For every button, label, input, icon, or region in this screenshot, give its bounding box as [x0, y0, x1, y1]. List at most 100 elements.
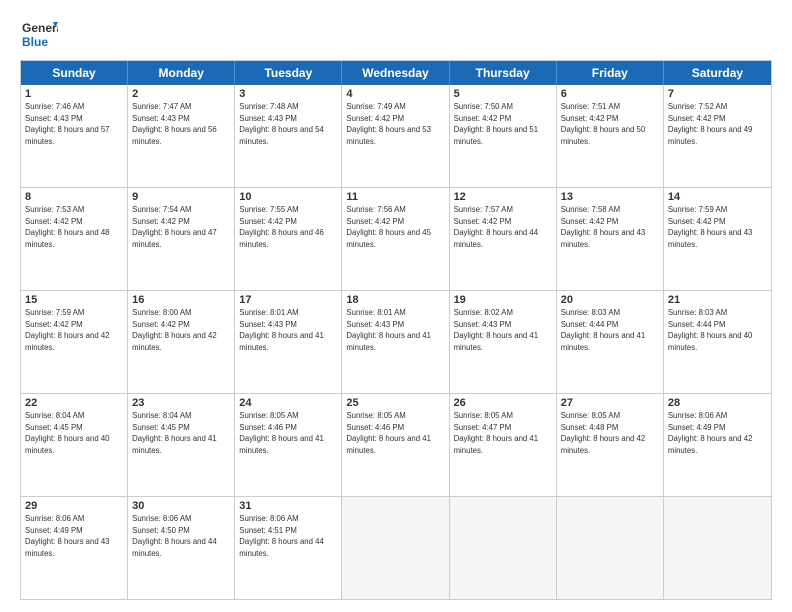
day-number: 22 — [25, 397, 123, 409]
day-number: 24 — [239, 397, 337, 409]
day-number: 8 — [25, 191, 123, 203]
day-number: 6 — [561, 88, 659, 100]
cell-info: Sunrise: 8:05 AMSunset: 4:47 PMDaylight:… — [454, 411, 539, 455]
cell-info: Sunrise: 7:58 AMSunset: 4:42 PMDaylight:… — [561, 205, 646, 249]
logo-svg: General Blue — [20, 16, 58, 54]
day-number: 10 — [239, 191, 337, 203]
cal-cell-empty — [664, 497, 771, 599]
cal-cell: 26 Sunrise: 8:05 AMSunset: 4:47 PMDaylig… — [450, 394, 557, 496]
cal-cell: 22 Sunrise: 8:04 AMSunset: 4:45 PMDaylig… — [21, 394, 128, 496]
cell-info: Sunrise: 8:05 AMSunset: 4:48 PMDaylight:… — [561, 411, 646, 455]
cal-day-header: Monday — [128, 61, 235, 85]
day-number: 3 — [239, 88, 337, 100]
cal-cell: 14 Sunrise: 7:59 AMSunset: 4:42 PMDaylig… — [664, 188, 771, 290]
cal-cell-empty — [342, 497, 449, 599]
cal-cell: 9 Sunrise: 7:54 AMSunset: 4:42 PMDayligh… — [128, 188, 235, 290]
cal-day-header: Saturday — [664, 61, 771, 85]
svg-text:General: General — [22, 21, 58, 35]
day-number: 21 — [668, 294, 767, 306]
calendar-week: 1 Sunrise: 7:46 AMSunset: 4:43 PMDayligh… — [21, 85, 771, 188]
cell-info: Sunrise: 8:04 AMSunset: 4:45 PMDaylight:… — [25, 411, 110, 455]
cal-cell: 12 Sunrise: 7:57 AMSunset: 4:42 PMDaylig… — [450, 188, 557, 290]
day-number: 4 — [346, 88, 444, 100]
cal-cell: 5 Sunrise: 7:50 AMSunset: 4:42 PMDayligh… — [450, 85, 557, 187]
cal-cell: 6 Sunrise: 7:51 AMSunset: 4:42 PMDayligh… — [557, 85, 664, 187]
calendar-week: 29 Sunrise: 8:06 AMSunset: 4:49 PMDaylig… — [21, 497, 771, 599]
day-number: 28 — [668, 397, 767, 409]
day-number: 20 — [561, 294, 659, 306]
day-number: 14 — [668, 191, 767, 203]
cell-info: Sunrise: 8:03 AMSunset: 4:44 PMDaylight:… — [668, 308, 753, 352]
day-number: 11 — [346, 191, 444, 203]
day-number: 31 — [239, 500, 337, 512]
cell-info: Sunrise: 8:06 AMSunset: 4:49 PMDaylight:… — [25, 514, 110, 558]
day-number: 27 — [561, 397, 659, 409]
cal-cell: 3 Sunrise: 7:48 AMSunset: 4:43 PMDayligh… — [235, 85, 342, 187]
cell-info: Sunrise: 7:56 AMSunset: 4:42 PMDaylight:… — [346, 205, 431, 249]
cal-day-header: Friday — [557, 61, 664, 85]
cal-cell-empty — [557, 497, 664, 599]
cell-info: Sunrise: 7:50 AMSunset: 4:42 PMDaylight:… — [454, 102, 539, 146]
cal-cell: 31 Sunrise: 8:06 AMSunset: 4:51 PMDaylig… — [235, 497, 342, 599]
cell-info: Sunrise: 8:05 AMSunset: 4:46 PMDaylight:… — [346, 411, 431, 455]
cell-info: Sunrise: 8:05 AMSunset: 4:46 PMDaylight:… — [239, 411, 324, 455]
cal-cell: 7 Sunrise: 7:52 AMSunset: 4:42 PMDayligh… — [664, 85, 771, 187]
cal-cell: 29 Sunrise: 8:06 AMSunset: 4:49 PMDaylig… — [21, 497, 128, 599]
cal-day-header: Tuesday — [235, 61, 342, 85]
day-number: 23 — [132, 397, 230, 409]
cal-cell: 2 Sunrise: 7:47 AMSunset: 4:43 PMDayligh… — [128, 85, 235, 187]
page: General Blue SundayMondayTuesdayWednesda… — [0, 0, 792, 612]
calendar-week: 22 Sunrise: 8:04 AMSunset: 4:45 PMDaylig… — [21, 394, 771, 497]
cal-cell: 10 Sunrise: 7:55 AMSunset: 4:42 PMDaylig… — [235, 188, 342, 290]
cell-info: Sunrise: 8:06 AMSunset: 4:49 PMDaylight:… — [668, 411, 753, 455]
cal-cell: 24 Sunrise: 8:05 AMSunset: 4:46 PMDaylig… — [235, 394, 342, 496]
day-number: 7 — [668, 88, 767, 100]
cal-cell: 20 Sunrise: 8:03 AMSunset: 4:44 PMDaylig… — [557, 291, 664, 393]
day-number: 15 — [25, 294, 123, 306]
cal-cell: 27 Sunrise: 8:05 AMSunset: 4:48 PMDaylig… — [557, 394, 664, 496]
cell-info: Sunrise: 8:02 AMSunset: 4:43 PMDaylight:… — [454, 308, 539, 352]
day-number: 13 — [561, 191, 659, 203]
cell-info: Sunrise: 8:01 AMSunset: 4:43 PMDaylight:… — [346, 308, 431, 352]
day-number: 26 — [454, 397, 552, 409]
cell-info: Sunrise: 8:00 AMSunset: 4:42 PMDaylight:… — [132, 308, 217, 352]
day-number: 12 — [454, 191, 552, 203]
cell-info: Sunrise: 7:46 AMSunset: 4:43 PMDaylight:… — [25, 102, 110, 146]
cal-cell: 13 Sunrise: 7:58 AMSunset: 4:42 PMDaylig… — [557, 188, 664, 290]
day-number: 29 — [25, 500, 123, 512]
cal-cell: 17 Sunrise: 8:01 AMSunset: 4:43 PMDaylig… — [235, 291, 342, 393]
cell-info: Sunrise: 7:59 AMSunset: 4:42 PMDaylight:… — [25, 308, 110, 352]
cal-cell: 23 Sunrise: 8:04 AMSunset: 4:45 PMDaylig… — [128, 394, 235, 496]
cal-cell: 19 Sunrise: 8:02 AMSunset: 4:43 PMDaylig… — [450, 291, 557, 393]
day-number: 18 — [346, 294, 444, 306]
cal-cell: 8 Sunrise: 7:53 AMSunset: 4:42 PMDayligh… — [21, 188, 128, 290]
day-number: 1 — [25, 88, 123, 100]
day-number: 9 — [132, 191, 230, 203]
cell-info: Sunrise: 7:54 AMSunset: 4:42 PMDaylight:… — [132, 205, 217, 249]
day-number: 30 — [132, 500, 230, 512]
cal-day-header: Sunday — [21, 61, 128, 85]
cal-cell: 18 Sunrise: 8:01 AMSunset: 4:43 PMDaylig… — [342, 291, 449, 393]
calendar: SundayMondayTuesdayWednesdayThursdayFrid… — [20, 60, 772, 600]
day-number: 16 — [132, 294, 230, 306]
cell-info: Sunrise: 8:03 AMSunset: 4:44 PMDaylight:… — [561, 308, 646, 352]
cell-info: Sunrise: 8:01 AMSunset: 4:43 PMDaylight:… — [239, 308, 324, 352]
day-number: 5 — [454, 88, 552, 100]
cal-cell: 21 Sunrise: 8:03 AMSunset: 4:44 PMDaylig… — [664, 291, 771, 393]
cell-info: Sunrise: 7:52 AMSunset: 4:42 PMDaylight:… — [668, 102, 753, 146]
cell-info: Sunrise: 8:06 AMSunset: 4:50 PMDaylight:… — [132, 514, 217, 558]
day-number: 17 — [239, 294, 337, 306]
cal-cell: 25 Sunrise: 8:05 AMSunset: 4:46 PMDaylig… — [342, 394, 449, 496]
logo: General Blue — [20, 16, 58, 54]
cal-cell: 1 Sunrise: 7:46 AMSunset: 4:43 PMDayligh… — [21, 85, 128, 187]
cal-cell: 11 Sunrise: 7:56 AMSunset: 4:42 PMDaylig… — [342, 188, 449, 290]
cal-cell: 16 Sunrise: 8:00 AMSunset: 4:42 PMDaylig… — [128, 291, 235, 393]
calendar-week: 15 Sunrise: 7:59 AMSunset: 4:42 PMDaylig… — [21, 291, 771, 394]
cal-cell-empty — [450, 497, 557, 599]
cell-info: Sunrise: 7:59 AMSunset: 4:42 PMDaylight:… — [668, 205, 753, 249]
calendar-body: 1 Sunrise: 7:46 AMSunset: 4:43 PMDayligh… — [21, 85, 771, 599]
calendar-week: 8 Sunrise: 7:53 AMSunset: 4:42 PMDayligh… — [21, 188, 771, 291]
day-number: 19 — [454, 294, 552, 306]
cell-info: Sunrise: 7:55 AMSunset: 4:42 PMDaylight:… — [239, 205, 324, 249]
cell-info: Sunrise: 7:48 AMSunset: 4:43 PMDaylight:… — [239, 102, 324, 146]
